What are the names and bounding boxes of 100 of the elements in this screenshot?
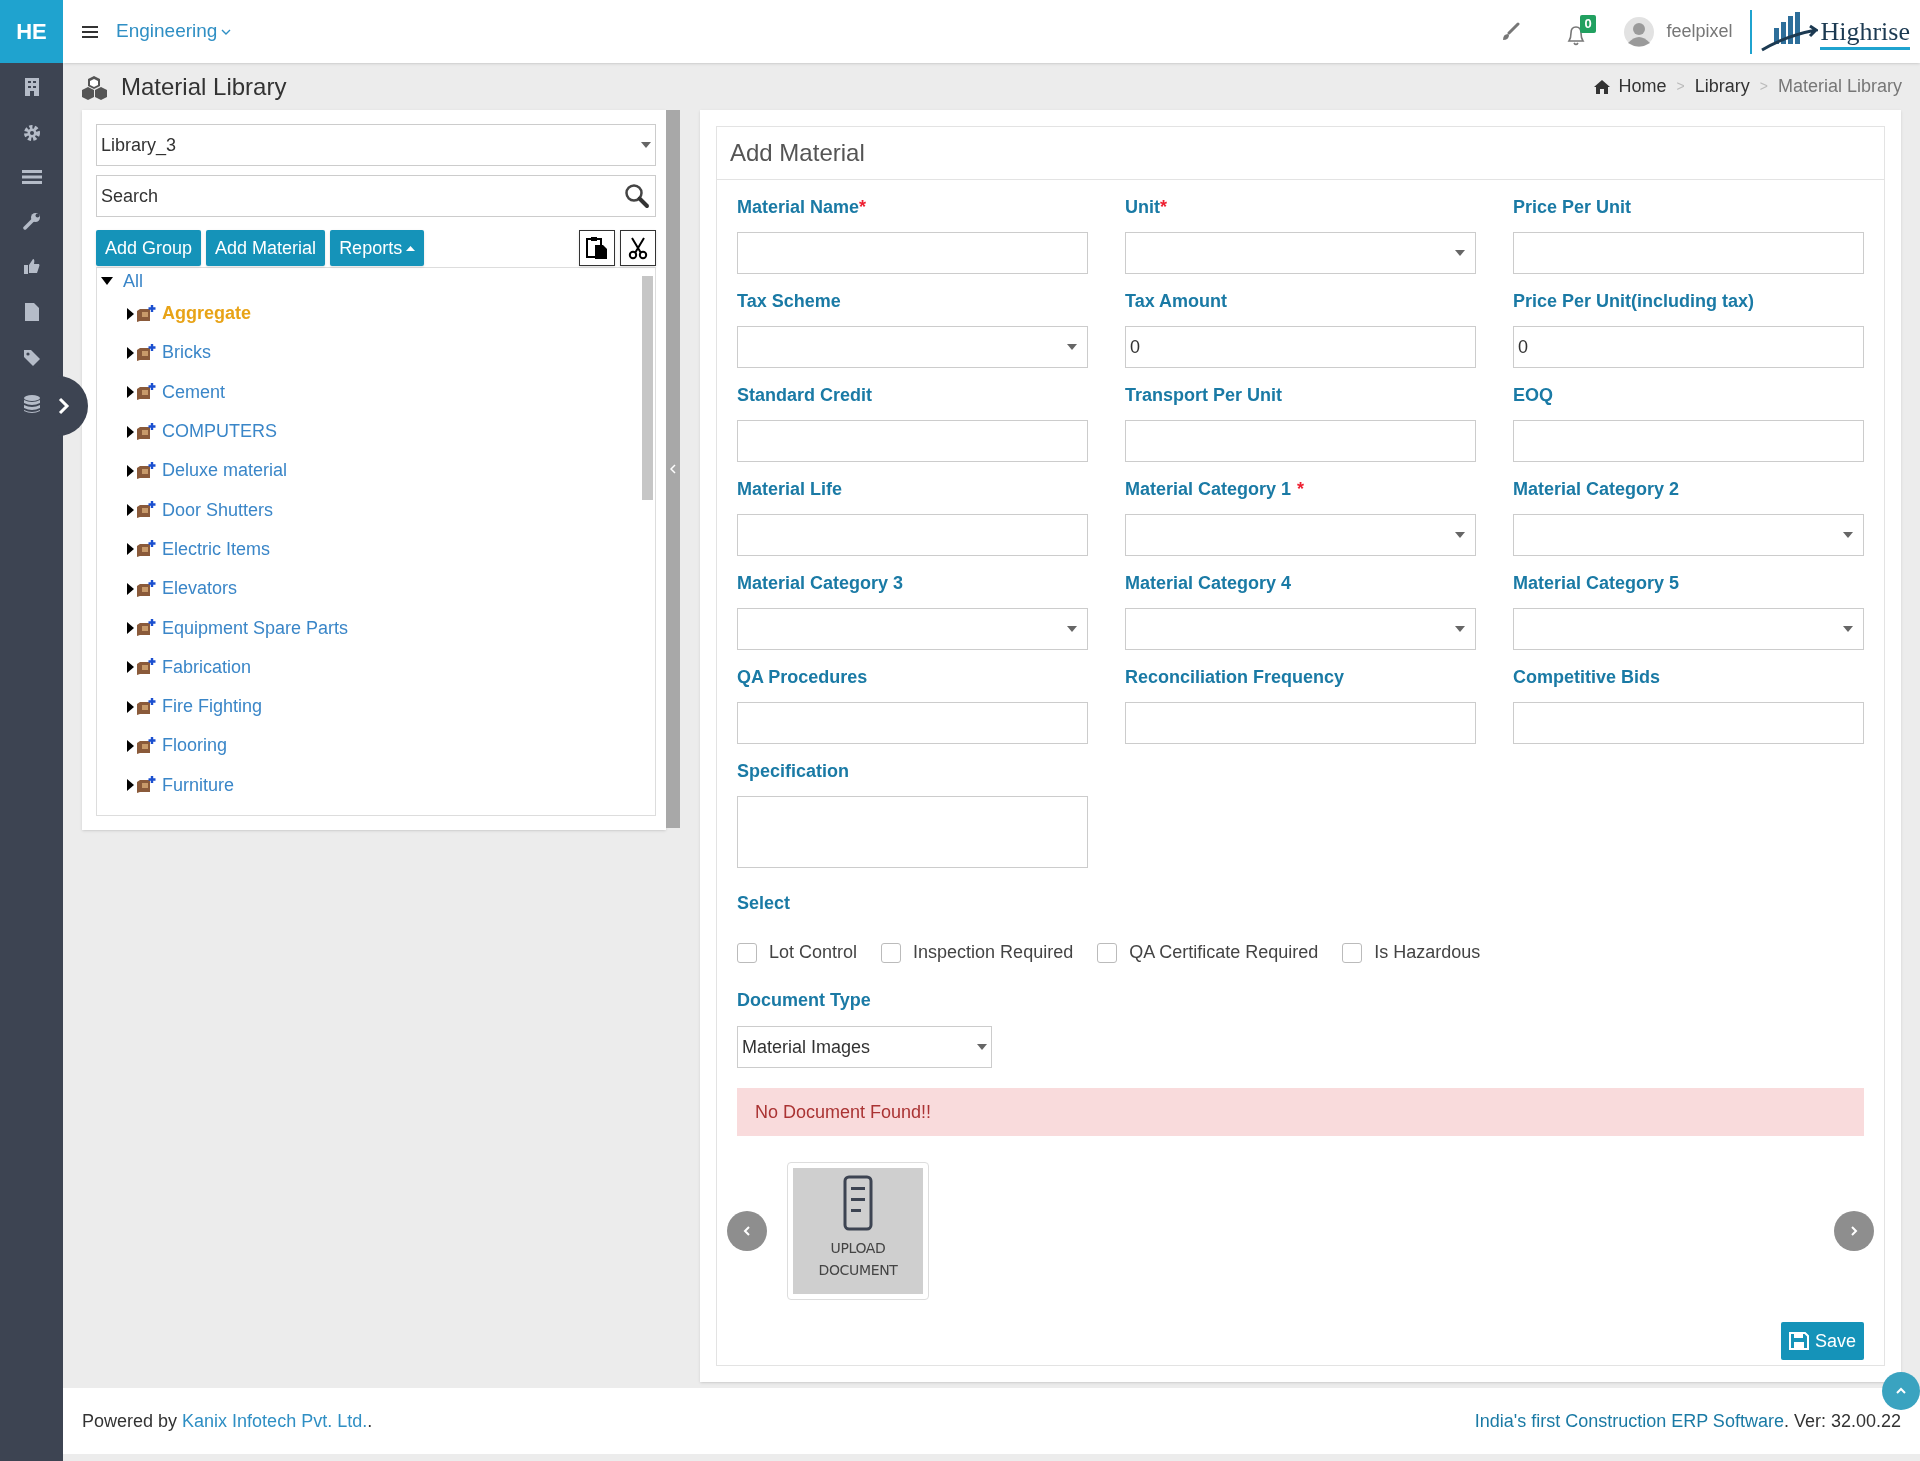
wrench-icon[interactable]: [22, 212, 41, 230]
caret-right-icon[interactable]: [127, 346, 134, 359]
caret-right-icon[interactable]: [127, 739, 134, 752]
tree-item[interactable]: Door Shutters: [162, 496, 274, 524]
save-button[interactable]: Save: [1780, 1322, 1864, 1360]
caret-right-icon[interactable]: [127, 307, 134, 320]
list-icon[interactable]: [21, 169, 42, 185]
field-label: Price Per Unit: [1513, 195, 1633, 219]
cut-button[interactable]: [620, 230, 656, 266]
checkbox-label[interactable]: QA Certificate Required: [1129, 939, 1319, 966]
database-icon[interactable]: [22, 394, 41, 414]
app-logo[interactable]: HE: [0, 0, 63, 63]
checkbox[interactable]: [1342, 942, 1363, 963]
caret-right-icon[interactable]: [127, 700, 134, 713]
chevron-left-icon: [670, 464, 676, 474]
tag-icon[interactable]: [22, 349, 41, 367]
tree-item[interactable]: Elevators: [162, 575, 238, 603]
caret-right-icon[interactable]: [127, 425, 134, 438]
menu-icon[interactable]: [82, 24, 98, 39]
breadcrumb-current: Material Library: [1777, 75, 1902, 98]
caret-right-icon[interactable]: [127, 386, 134, 399]
reports-button[interactable]: Reports: [330, 230, 425, 266]
document-icon[interactable]: [23, 302, 40, 322]
caret-right-icon[interactable]: [127, 779, 134, 792]
paste-button[interactable]: [579, 230, 615, 266]
checkbox[interactable]: [737, 942, 757, 963]
scroll-to-top-button[interactable]: [1882, 1372, 1920, 1410]
select-field[interactable]: [737, 608, 1088, 650]
checkbox-label[interactable]: Is Hazardous: [1374, 939, 1481, 966]
brush-icon[interactable]: [1500, 21, 1521, 42]
breadcrumb-link[interactable]: Library: [1694, 73, 1750, 100]
input-field[interactable]: [1513, 702, 1864, 744]
search-icon[interactable]: [624, 183, 650, 209]
chevron-down-icon: [221, 28, 232, 35]
search-field[interactable]: Search: [96, 175, 656, 217]
document-type-select[interactable]: Material Images: [737, 1026, 992, 1068]
select-field[interactable]: [1125, 232, 1476, 274]
previous-button[interactable]: [727, 1211, 767, 1251]
caret-right-icon[interactable]: [127, 622, 134, 634]
chevron-right-icon: [1850, 1225, 1858, 1237]
chevron-left-icon: [743, 1225, 751, 1237]
tree-item[interactable]: Bricks: [162, 339, 211, 367]
field-label: Reconciliation Frequency: [1125, 665, 1346, 689]
caret-right-icon[interactable]: [127, 464, 134, 477]
caret-down-icon[interactable]: [101, 277, 113, 285]
tree-item[interactable]: Electric Items: [162, 535, 271, 563]
tree-item[interactable]: Cement: [162, 378, 226, 406]
checkbox[interactable]: [1097, 942, 1118, 963]
tree-item[interactable]: Deluxe material: [162, 457, 288, 485]
field-label: Unit*: [1125, 195, 1168, 219]
scrollbar[interactable]: [642, 276, 653, 500]
field-label: Material Category 2: [1513, 477, 1681, 501]
tree-item[interactable]: Equipment Spare Parts: [162, 614, 349, 642]
select-field[interactable]: [1125, 608, 1476, 650]
input-field[interactable]: 0: [1513, 326, 1864, 368]
library-select[interactable]: Library_3: [96, 124, 656, 166]
tree-item[interactable]: Aggregate: [162, 300, 251, 328]
input-field[interactable]: [1125, 420, 1476, 462]
tree-root-item[interactable]: All: [123, 270, 143, 292]
field-label: Material Name*: [737, 195, 868, 219]
next-button[interactable]: [1834, 1211, 1874, 1251]
tree-item[interactable]: Flooring: [162, 732, 228, 760]
add-material-button[interactable]: Add Material: [206, 230, 326, 266]
caret-right-icon[interactable]: [127, 543, 134, 556]
select-field[interactable]: [1125, 514, 1476, 556]
checkbox-label[interactable]: Inspection Required: [913, 939, 1074, 966]
input-field[interactable]: [737, 702, 1088, 744]
input-field[interactable]: [1513, 420, 1864, 462]
company-link[interactable]: Kanix Infotech Pvt. Ltd.: [182, 1410, 368, 1431]
module-dropdown[interactable]: Engineering: [116, 17, 232, 46]
gear-icon[interactable]: [22, 124, 41, 142]
input-field[interactable]: [737, 420, 1088, 462]
input-field[interactable]: [737, 232, 1088, 274]
breadcrumb-link[interactable]: Home: [1618, 73, 1667, 100]
caret-up-icon: [406, 245, 416, 251]
upload-card[interactable]: UPLOAD DOCUMENT: [787, 1162, 929, 1300]
input-field[interactable]: [1125, 702, 1476, 744]
tagline-link[interactable]: India's first Construction ERP Software: [1474, 1410, 1784, 1431]
checkbox-label[interactable]: Lot Control: [769, 939, 858, 966]
input-field[interactable]: [1513, 232, 1864, 274]
add-group-button[interactable]: Add Group: [96, 230, 202, 266]
building-icon[interactable]: [22, 77, 41, 97]
caret-right-icon[interactable]: [127, 661, 134, 674]
input-field[interactable]: 0: [1125, 326, 1476, 368]
tree-item[interactable]: Fire Fighting: [162, 693, 263, 721]
input-field[interactable]: [737, 514, 1088, 556]
thumbs-up-icon[interactable]: [22, 257, 41, 275]
field-label: EOQ: [1513, 383, 1554, 407]
select-field[interactable]: [1513, 514, 1864, 556]
user-name[interactable]: feelpixel: [1666, 18, 1733, 45]
caret-right-icon[interactable]: [127, 504, 134, 517]
avatar-icon[interactable]: [1624, 16, 1655, 47]
tree-item[interactable]: Furniture: [162, 771, 235, 799]
select-field[interactable]: [1513, 608, 1864, 650]
select-field[interactable]: [737, 326, 1088, 368]
tree-item[interactable]: Fabrication: [162, 653, 252, 681]
textarea-field[interactable]: [737, 796, 1088, 868]
caret-right-icon[interactable]: [127, 582, 134, 595]
checkbox[interactable]: [881, 942, 902, 963]
tree-item[interactable]: COMPUTERS: [162, 418, 277, 446]
